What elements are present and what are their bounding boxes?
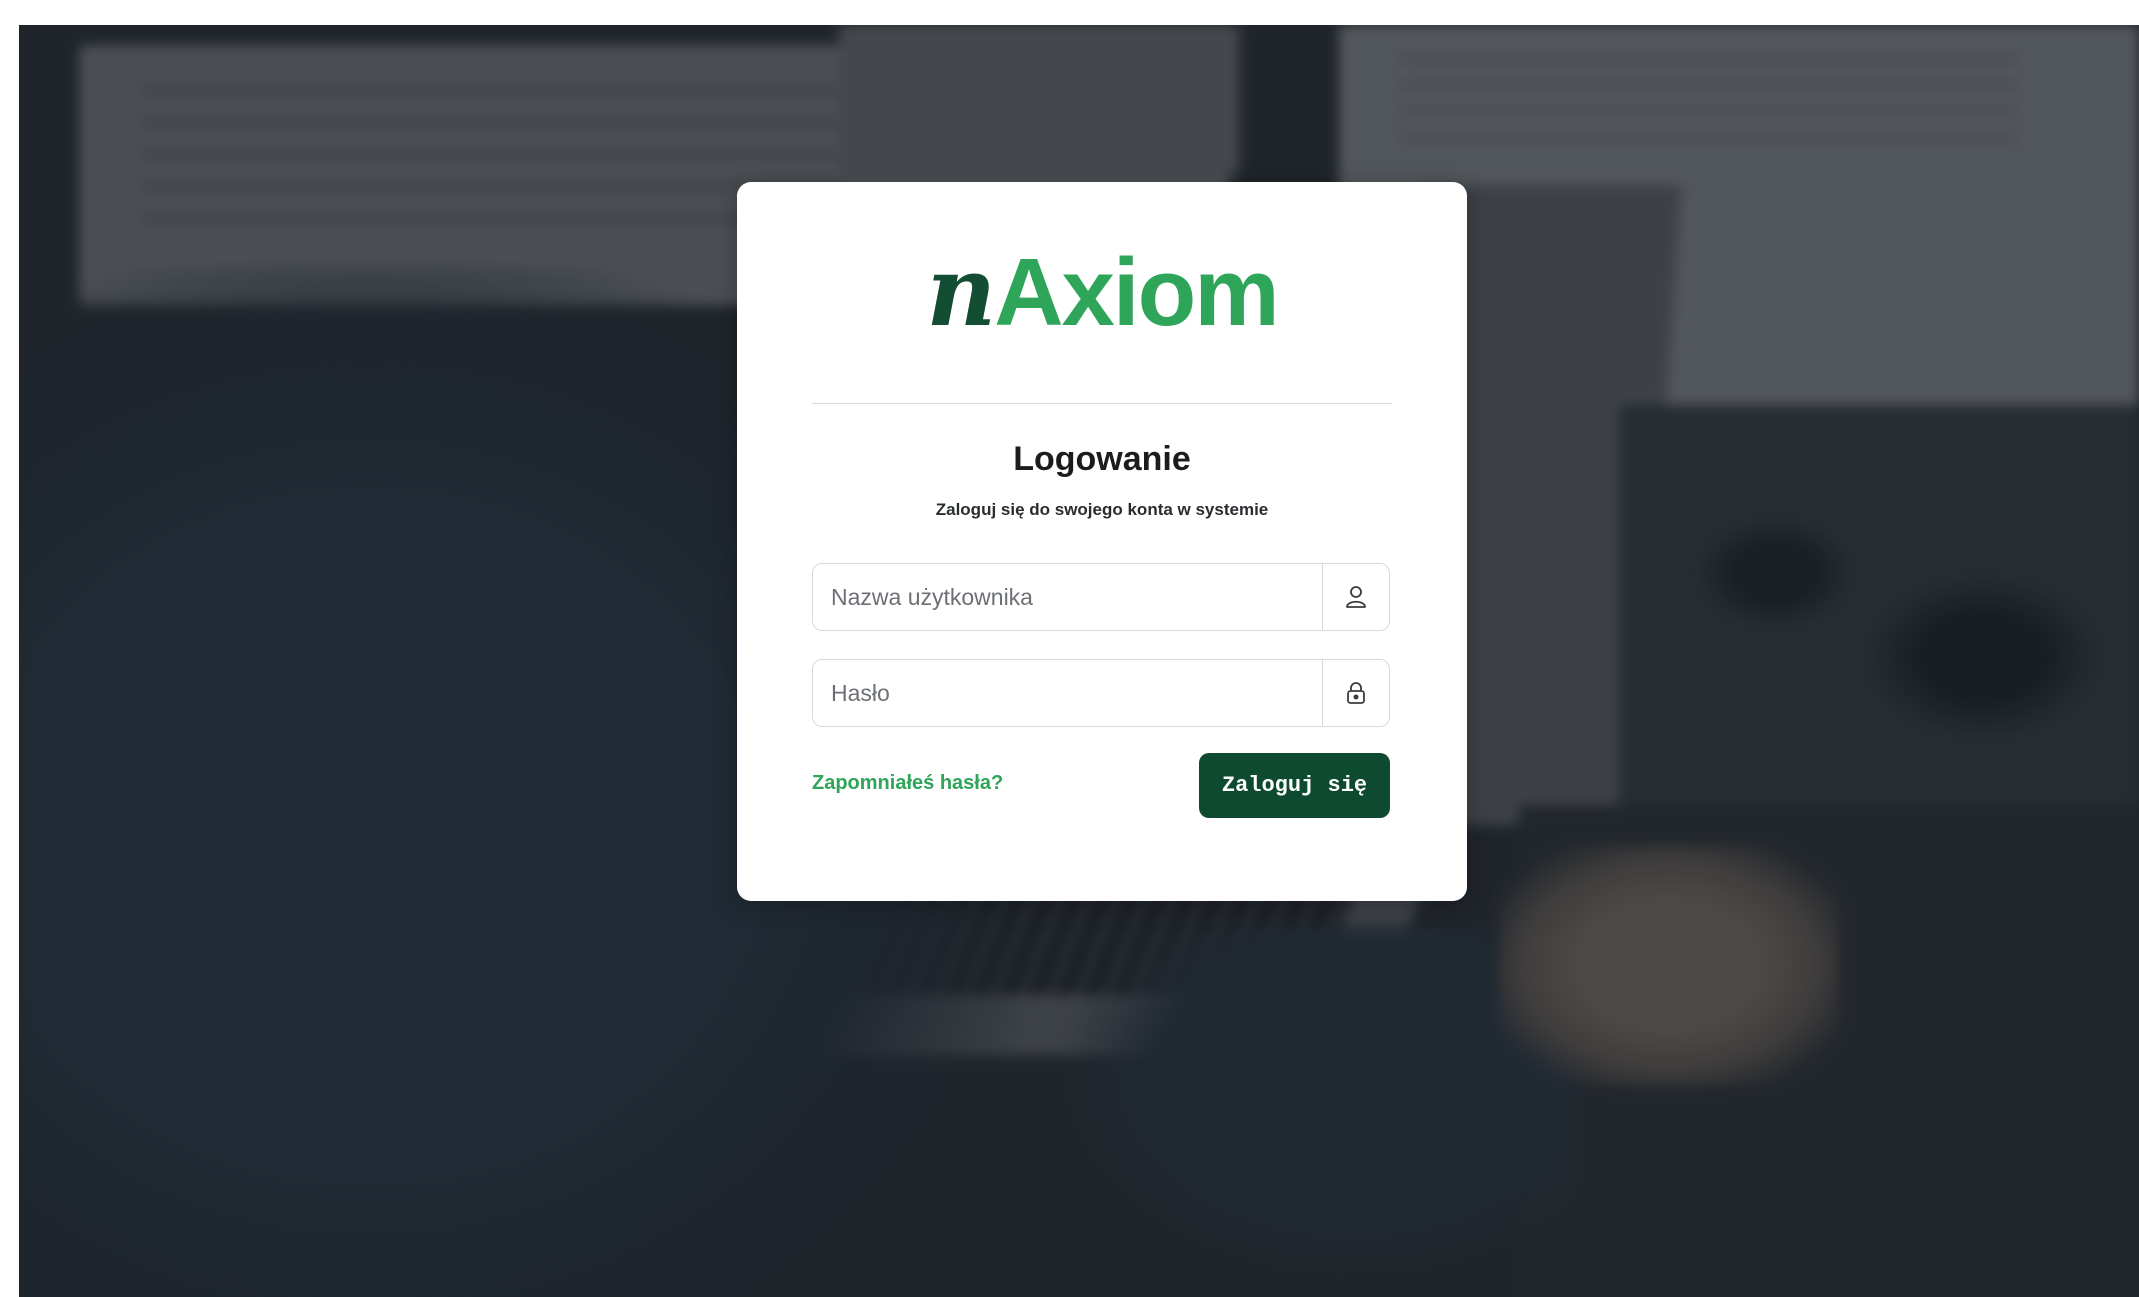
- screen: nAxiom Logowanie Zaloguj się do swojego …: [19, 25, 2139, 1297]
- logo-name: Axiom: [994, 239, 1279, 346]
- login-button[interactable]: Zaloguj się: [1199, 753, 1390, 818]
- naxiom-logo: nAxiom: [737, 244, 1467, 341]
- forgot-password-link[interactable]: Zapomniałeś hasła?: [812, 772, 1003, 795]
- user-icon: [1322, 564, 1389, 630]
- lock-icon: [1322, 660, 1389, 726]
- username-field: [812, 563, 1390, 631]
- page-title: Logowanie: [1013, 440, 1191, 478]
- page-subtitle: Zaloguj się do swojego konta w systemie: [935, 500, 1269, 519]
- divider: [812, 403, 1392, 404]
- password-field: [812, 659, 1390, 727]
- logo-prefix: n: [926, 235, 996, 348]
- password-input[interactable]: [813, 660, 1323, 726]
- login-card: nAxiom Logowanie Zaloguj się do swojego …: [737, 182, 1467, 901]
- username-input[interactable]: [813, 564, 1323, 630]
